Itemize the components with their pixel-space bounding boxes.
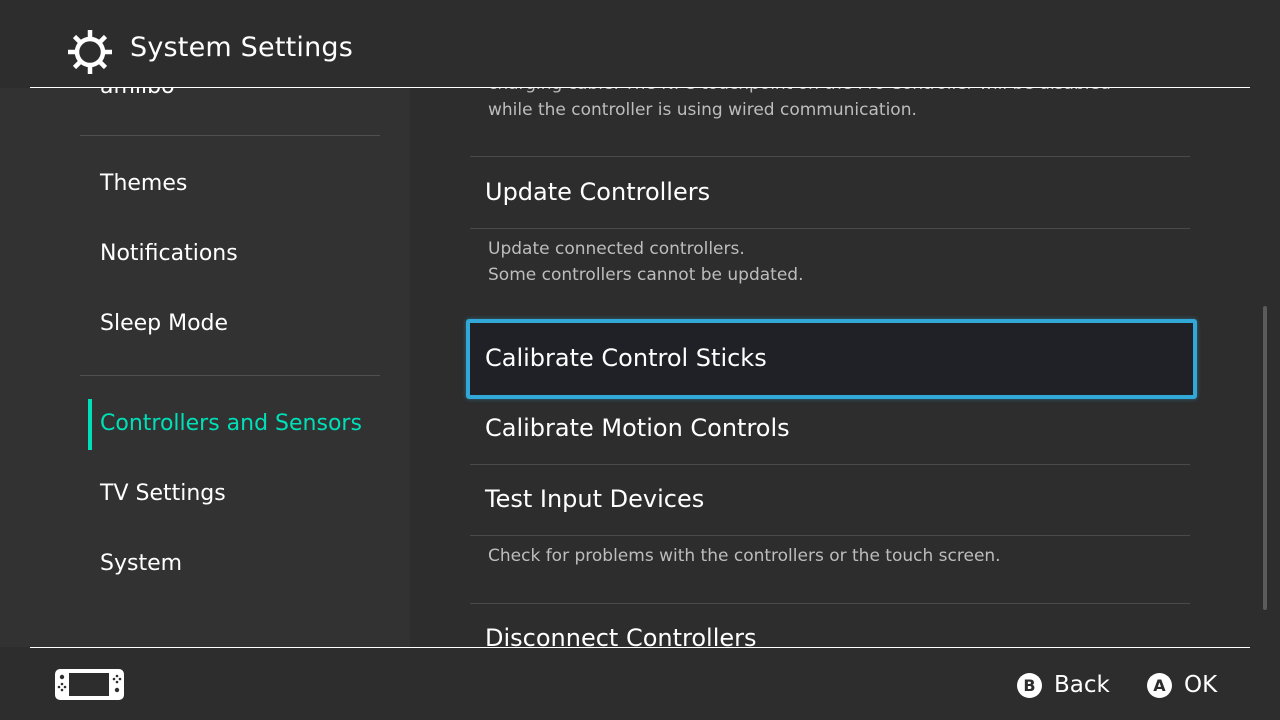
ok-label: OK [1184, 672, 1218, 698]
calibrate-motion-controls-item[interactable]: Calibrate Motion Controls [485, 414, 790, 442]
description-text: Check for problems with the controllers … [488, 546, 1001, 566]
scrollbar[interactable] [1263, 306, 1267, 610]
settings-viewport: amiibo Themes Notifications Sleep Mode C… [0, 88, 1280, 647]
header-divider [30, 87, 1250, 88]
update-controllers-item[interactable]: Update Controllers [485, 178, 710, 206]
gear-icon [68, 30, 112, 74]
calibrate-control-sticks-label: Calibrate Control Sticks [485, 344, 767, 372]
test-input-devices-item[interactable]: Test Input Devices [485, 485, 704, 513]
description-text: Update connected controllers. [488, 239, 745, 259]
divider [470, 228, 1190, 229]
page-title: System Settings [130, 32, 354, 63]
description-text: charging cable. The NFC touchpoint on th… [488, 88, 1111, 97]
a-button-icon: A [1147, 672, 1172, 698]
back-button[interactable]: B Back [1017, 669, 1110, 701]
footer-divider [30, 647, 1250, 648]
divider [470, 603, 1190, 604]
description-text: while the controller is using wired comm… [488, 100, 917, 120]
divider [470, 156, 1190, 157]
disconnect-controllers-item[interactable]: Disconnect Controllers [485, 624, 757, 647]
back-label: Back [1054, 672, 1110, 698]
description-text: Some controllers cannot be updated. [488, 265, 804, 285]
b-button-icon: B [1017, 672, 1042, 698]
divider [470, 464, 1190, 465]
ok-button[interactable]: A OK [1147, 669, 1217, 701]
settings-list: charging cable. The NFC touchpoint on th… [0, 88, 1280, 647]
header: System Settings [0, 0, 1280, 88]
calibrate-control-sticks-item[interactable]: Calibrate Control Sticks [466, 319, 1197, 399]
handheld-console-icon [55, 669, 124, 700]
divider [470, 535, 1190, 536]
